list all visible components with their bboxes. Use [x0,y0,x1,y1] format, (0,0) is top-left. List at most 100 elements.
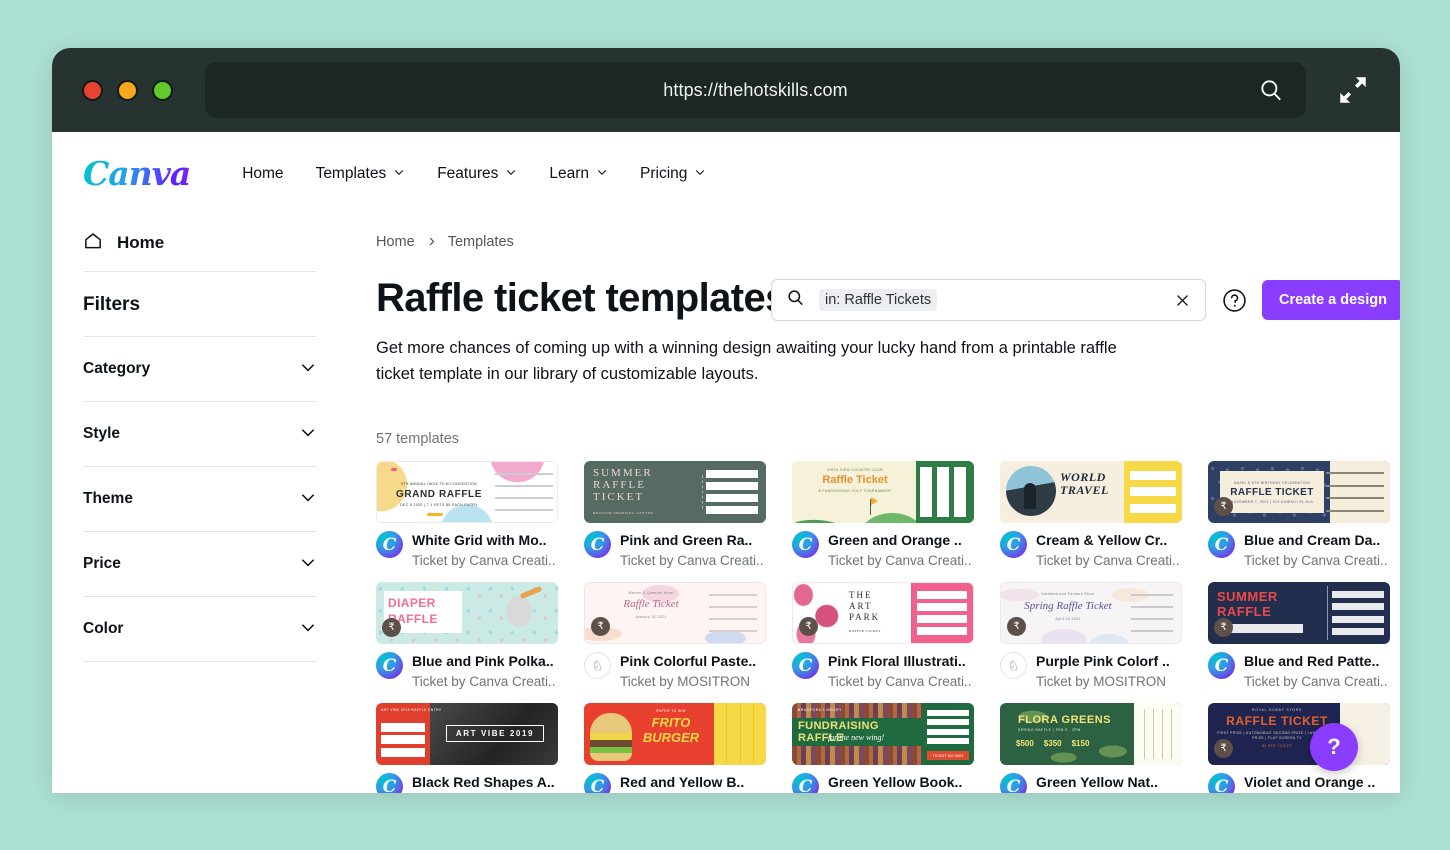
nav-item-features[interactable]: Features [437,165,517,183]
thumb-caption: VISTA VIEW COUNTRY CLUB [827,468,883,472]
chevron-down-icon [299,358,317,381]
template-thumbnail[interactable]: ART VIBE 2019 RAFFLE ENTRY ART VIBE 2019 [376,703,558,765]
template-title: Green Yellow Nat.. [1036,774,1158,790]
nav-item-home[interactable]: Home [242,165,283,183]
chevron-down-icon [299,488,317,511]
template-author: Ticket by Canva Creati.. [412,674,556,689]
maximize-window-button[interactable] [152,79,173,101]
thumb-title: GRAND RAFFLE [395,489,483,500]
template-card[interactable]: ROYAL HOBBY STORE RAFFLE TICKET FIRST PR… [1208,703,1390,793]
search-input[interactable]: in: Raffle Tickets [771,279,1206,321]
breadcrumb-templates[interactable]: Templates [448,234,514,250]
template-card[interactable]: Kathleen and Farmers Store Spring Raffle… [1000,582,1182,692]
minimize-window-button[interactable] [117,79,138,101]
close-window-button[interactable] [82,79,103,101]
template-thumbnail[interactable]: Warren & Queenie Hotel Raffle Ticket Jan… [584,582,766,644]
filter-price-label: Price [83,555,121,572]
address-bar[interactable]: https://thehotskills.com [205,62,1306,118]
template-title: Blue and Pink Polka.. [412,653,554,669]
template-thumbnail[interactable]: BRADFORD LIBRARY FUNDRAISING RAFFLE for … [792,703,974,765]
template-thumbnail[interactable]: Kathleen and Farmers Store Spring Raffle… [1000,582,1182,644]
template-thumbnail[interactable]: HAZEL'S 5TH BIRTHDAY CELEBRATION RAFFLE … [1208,461,1390,523]
template-card[interactable]: VISTA VIEW COUNTRY CLUB Raffle Ticket A … [792,461,974,571]
template-card[interactable]: WORLD TRAVEL C Cream & Yellow Cr.. Ticke… [1000,461,1182,571]
avatar: C [1208,773,1235,793]
help-fab-button[interactable]: ? [1310,723,1358,771]
question-circle-icon[interactable] [1222,288,1247,313]
thumb-caption: SPRING RAFFLE | FEB 5 - 2PM [1018,728,1081,732]
thumb-caption: HAZEL'S 5TH BIRTHDAY CELEBRATION [1233,480,1311,485]
price-badge: ₹ [799,617,818,636]
filter-theme[interactable]: Theme [83,467,317,531]
template-card[interactable]: THE ART PARK RAFFLE TICKET ₹ C Pink Flor… [792,582,974,692]
template-card[interactable]: ART VIBE 2019 RAFFLE ENTRY ART VIBE 2019… [376,703,558,793]
nav-item-learn[interactable]: Learn [549,165,608,183]
window-controls [82,79,173,101]
template-meta: C Green and Orange .. Ticket by Canva Cr… [792,531,974,571]
create-a-design-button[interactable]: Create a design [1262,280,1400,320]
template-thumbnail[interactable]: THE ART PARK RAFFLE TICKET ₹ [792,582,974,644]
template-thumbnail[interactable]: FLORA GREENS SPRING RAFFLE | FEB 5 - 2PM… [1000,703,1182,765]
template-meta: C Black Red Shapes A.. [376,773,558,793]
breadcrumb-home[interactable]: Home [376,234,415,250]
template-author: Ticket by Canva Creati.. [412,553,556,568]
thumb-title: RAFFLE [593,479,646,491]
home-icon [83,231,103,256]
filter-style[interactable]: Style [83,402,317,466]
thumb-title: THE [849,590,873,600]
template-thumbnail[interactable]: ENTER TO WIN FRITO BURGER [584,703,766,765]
chevron-right-icon [426,235,437,250]
template-card[interactable]: SUMMER RAFFLE TICKET BRIXTON SHOPPING CE… [584,461,766,571]
sidebar: Home Filters Category Style Theme Price … [52,215,348,793]
thumb-caption: ROYAL HOBBY STORE [1251,708,1303,712]
canva-site: Canva Home Templates Features Learn Pric… [52,132,1400,793]
template-thumbnail[interactable]: SUMMER RAFFLE ₹ [1208,582,1390,644]
template-thumbnail[interactable]: WORLD TRAVEL [1000,461,1182,523]
template-meta: C Green Yellow Nat.. [1000,773,1182,793]
template-card[interactable]: Warren & Queenie Hotel Raffle Ticket Jan… [584,582,766,692]
template-title: Violet and Orange .. [1244,774,1376,790]
template-card[interactable]: HAZEL'S 5TH BIRTHDAY CELEBRATION RAFFLE … [1208,461,1390,571]
nav-item-templates[interactable]: Templates [316,165,406,183]
chevron-down-icon [505,165,517,183]
thumb-caption: BRIXTON SHOPPING CENTER [593,511,654,515]
nav-item-pricing[interactable]: Pricing [640,165,706,183]
template-card[interactable]: 5TH ANNUAL INDIE FILM CONVENTION GRAND R… [376,461,558,571]
search-icon[interactable] [1258,77,1284,103]
template-card[interactable]: ENTER TO WIN FRITO BURGER C Red and Yell… [584,703,766,793]
thumb-caption: RAFFLE TICKET [849,629,881,633]
thumb-caption: BRADFORD LIBRARY [798,708,843,712]
canva-logo[interactable]: Canva [83,154,194,193]
page-description: Get more chances of coming up with a win… [376,339,1117,383]
thumb-title: FRITO [651,715,691,730]
divider [83,661,317,662]
template-card[interactable]: SUMMER RAFFLE ₹ C Blue and Red Patte.. T… [1208,582,1390,692]
avatar: C [1208,531,1235,558]
thumb-title: SUMMER [593,467,653,479]
sidebar-item-home[interactable]: Home [83,215,317,271]
thumb-title: RAFFLE [1217,604,1272,619]
template-card[interactable]: DIAPER RAFFLE ₹ C Blue and Pink Polka.. … [376,582,558,692]
template-author: Ticket by Canva Creati.. [1036,553,1180,568]
filter-category-label: Category [83,360,151,377]
template-thumbnail[interactable]: VISTA VIEW COUNTRY CLUB Raffle Ticket A … [792,461,974,523]
template-title: Black Red Shapes A.. [412,774,555,790]
template-thumbnail[interactable]: DIAPER RAFFLE ₹ [376,582,558,644]
filter-price[interactable]: Price [83,532,317,596]
template-meta: C Pink and Green Ra.. Ticket by Canva Cr… [584,531,766,571]
expand-icon[interactable] [1336,73,1370,107]
template-card[interactable]: FLORA GREENS SPRING RAFFLE | FEB 5 - 2PM… [1000,703,1182,793]
close-icon[interactable] [1174,292,1191,309]
template-card[interactable]: BRADFORD LIBRARY FUNDRAISING RAFFLE for … [792,703,974,793]
filter-color[interactable]: Color [83,597,317,661]
template-count: 57 templates [376,431,460,447]
template-thumbnail[interactable]: ROYAL HOBBY STORE RAFFLE TICKET FIRST PR… [1208,703,1390,765]
price-badge: ₹ [382,618,401,637]
thumb-title: FLORA GREENS [1018,714,1111,726]
filter-category[interactable]: Category [83,337,317,401]
template-meta: ♘ Pink Colorful Paste.. Ticket by MOSITR… [584,652,766,692]
template-thumbnail[interactable]: 5TH ANNUAL INDIE FILM CONVENTION GRAND R… [376,461,558,523]
template-meta: C Violet and Orange .. [1208,773,1390,793]
search-scope-chip[interactable]: in: Raffle Tickets [819,289,938,311]
template-thumbnail[interactable]: SUMMER RAFFLE TICKET BRIXTON SHOPPING CE… [584,461,766,523]
